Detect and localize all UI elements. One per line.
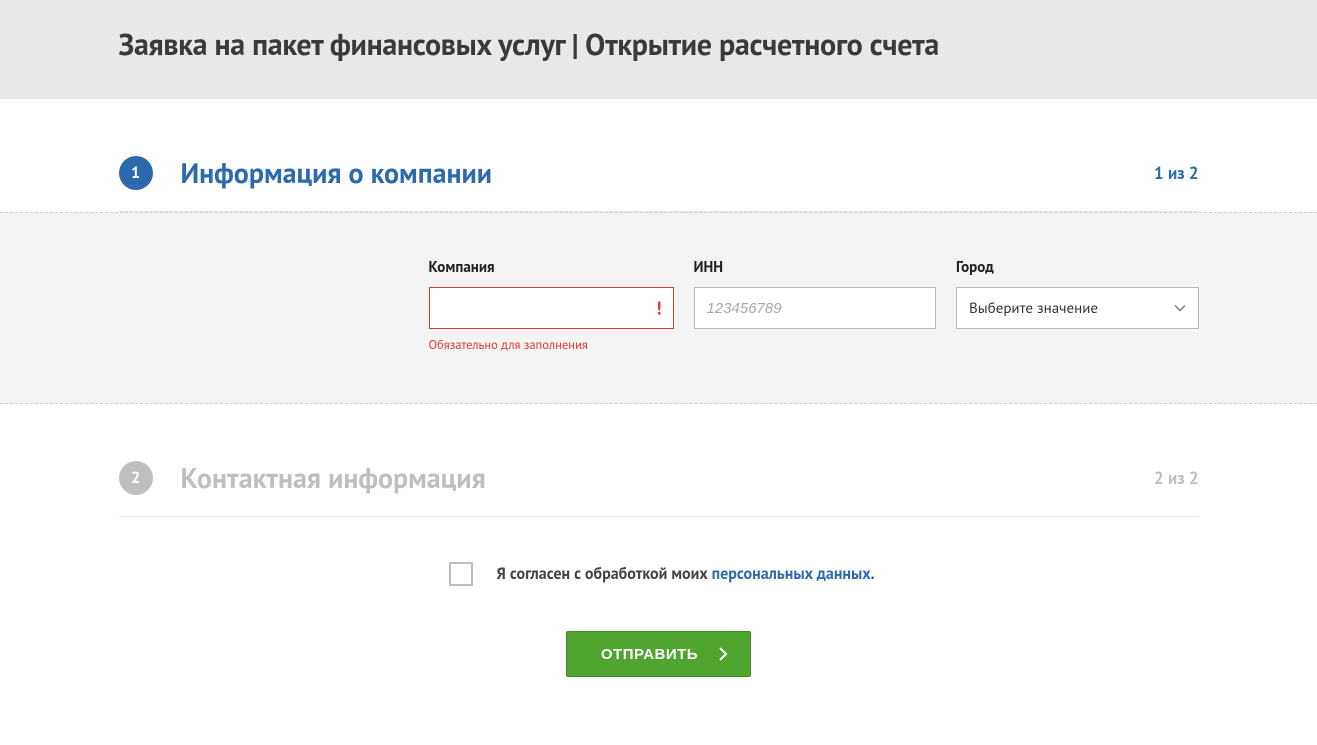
- city-select[interactable]: Выберите значение: [956, 287, 1199, 329]
- field-inn: ИНН: [694, 258, 937, 353]
- label-company: Компания: [429, 258, 674, 277]
- company-input[interactable]: [429, 287, 674, 329]
- error-text-company: Обязательно для заполнения: [429, 337, 674, 353]
- consent-checkbox[interactable]: [449, 562, 473, 586]
- consent-row: Я согласен с обработкой моих персональны…: [449, 517, 1199, 596]
- chevron-right-icon: [718, 646, 728, 662]
- step-badge-2: 2: [119, 461, 153, 495]
- step-counter-1: 1 из 2: [1154, 162, 1199, 184]
- consent-suffix: .: [871, 564, 875, 584]
- form-section-company: Компания ! Обязательно для заполнения ИН…: [0, 212, 1317, 404]
- label-city: Город: [956, 258, 1199, 277]
- submit-row: ОТПРАВИТЬ: [119, 596, 1199, 717]
- personal-data-link[interactable]: персональных данных: [712, 564, 871, 584]
- chevron-down-icon: [1174, 299, 1186, 318]
- step-counter-2: 2 из 2: [1154, 467, 1199, 489]
- section-title-company: Информация о компании: [181, 154, 493, 191]
- consent-text: Я согласен с обработкой моих персональны…: [497, 564, 875, 584]
- field-company: Компания ! Обязательно для заполнения: [429, 258, 674, 353]
- step-badge-1: 1: [119, 156, 153, 190]
- section-header-contact: 2 Контактная информация 2 из 2: [119, 404, 1199, 517]
- consent-prefix: Я согласен с обработкой моих: [497, 564, 712, 584]
- section-title-contact: Контактная информация: [181, 459, 486, 496]
- page-header: Заявка на пакет финансовых услуг | Откры…: [0, 0, 1317, 99]
- section-header-company: 1 Информация о компании 1 из 2: [119, 99, 1199, 212]
- field-city: Город Выберите значение: [956, 258, 1199, 353]
- label-inn: ИНН: [694, 258, 937, 277]
- submit-label: ОТПРАВИТЬ: [601, 646, 698, 663]
- city-select-value: Выберите значение: [969, 299, 1098, 318]
- page-title: Заявка на пакет финансовых услуг | Откры…: [119, 25, 1199, 64]
- submit-button[interactable]: ОТПРАВИТЬ: [566, 631, 751, 677]
- inn-input[interactable]: [694, 287, 937, 329]
